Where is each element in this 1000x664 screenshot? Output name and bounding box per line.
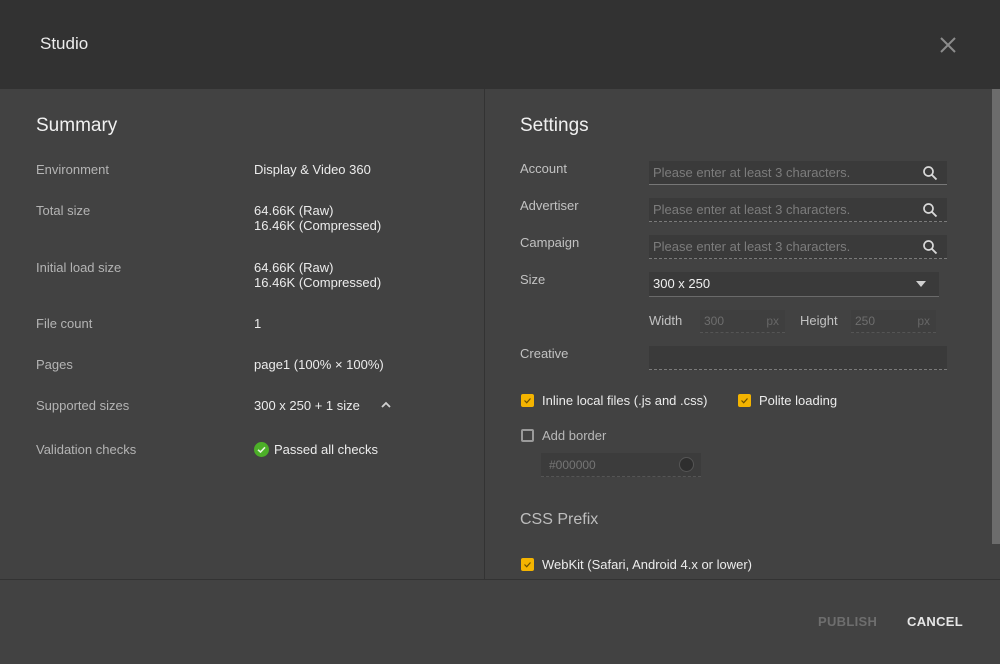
raw-size: 64.66K (Raw) — [254, 203, 334, 218]
checkbox-checked — [521, 558, 534, 571]
creative-label: Creative — [520, 346, 569, 361]
summary-label: Supported sizes — [36, 398, 130, 413]
account-input[interactable] — [653, 161, 913, 184]
width-field: px — [700, 310, 785, 333]
checkbox-unchecked — [521, 429, 534, 442]
size-select[interactable]: 300 x 250 — [649, 272, 939, 297]
creative-field — [649, 346, 947, 370]
compressed-size: 16.46K (Compressed) — [254, 275, 382, 290]
raw-size: 64.66K (Raw) — [254, 260, 334, 275]
checkbox-label: Polite loading — [759, 393, 838, 408]
advertiser-label: Advertiser — [520, 198, 579, 213]
cancel-button[interactable]: CANCEL — [907, 614, 963, 629]
color-picker-swatch[interactable] — [679, 457, 694, 472]
width-unit: px — [766, 314, 779, 328]
checkbox-label: WebKit (Safari, Android 4.x or lower) — [542, 557, 753, 572]
summary-value: 300 x 250 + 1 size — [254, 398, 360, 413]
validation-status: Passed all checks — [254, 442, 378, 457]
campaign-label: Campaign — [520, 235, 580, 250]
search-icon[interactable] — [922, 239, 938, 255]
summary-value: page1 (100% × 100%) — [254, 357, 384, 372]
dropdown-arrow-icon — [916, 281, 926, 287]
summary-value: Display & Video 360 — [254, 162, 371, 177]
width-input[interactable] — [704, 310, 759, 332]
summary-label: Total size — [36, 203, 91, 218]
advertiser-field — [649, 198, 947, 222]
summary-label: File count — [36, 316, 93, 331]
expand-sizes-toggle[interactable] — [380, 399, 392, 411]
height-label: Height — [800, 313, 838, 328]
account-field — [649, 161, 947, 185]
summary-label: Pages — [36, 357, 73, 372]
search-icon[interactable] — [922, 165, 938, 181]
campaign-field — [649, 235, 947, 259]
advertiser-input[interactable] — [653, 198, 913, 221]
checkbox-checked — [738, 394, 751, 407]
validation-status-text: Passed all checks — [274, 442, 379, 457]
settings-title: Settings — [520, 115, 589, 136]
checkmark-icon — [524, 562, 531, 568]
css-prefix-title: CSS Prefix — [520, 511, 599, 528]
checkmark-icon — [741, 398, 748, 404]
summary-label: Initial load size — [36, 260, 122, 275]
summary-value: 64.66K (Raw) 16.46K (Compressed) — [254, 203, 381, 233]
checkmark-icon — [524, 398, 531, 404]
dialog-title: Studio — [40, 34, 89, 53]
checkbox-label: Inline local files (.js and .css) — [542, 393, 708, 408]
dialog-footer: PUBLISH CANCEL — [0, 579, 1000, 664]
summary-label: Environment — [36, 162, 109, 177]
chevron-up-icon — [381, 401, 391, 408]
width-label: Width — [649, 313, 683, 328]
scrollbar-thumb[interactable] — [992, 89, 1000, 544]
height-unit: px — [917, 314, 930, 328]
summary-label: Validation checks — [36, 442, 137, 457]
close-icon — [940, 37, 956, 53]
search-icon[interactable] — [922, 202, 938, 218]
summary-value: 1 — [254, 316, 262, 331]
summary-title: Summary — [36, 115, 118, 136]
account-label: Account — [520, 161, 567, 176]
size-label: Size — [520, 272, 546, 287]
creative-input[interactable] — [653, 346, 913, 369]
checkbox-label: Add border — [542, 428, 607, 443]
column-divider — [484, 89, 485, 579]
summary-value: 64.66K (Raw) 16.46K (Compressed) — [254, 260, 381, 290]
close-button[interactable] — [937, 34, 959, 56]
publish-button[interactable]: PUBLISH — [818, 614, 877, 629]
border-color-field — [541, 453, 701, 477]
compressed-size: 16.46K (Compressed) — [254, 218, 382, 233]
check-circle-icon — [254, 442, 269, 457]
checkbox-checked — [521, 394, 534, 407]
size-selected-value: 300 x 250 — [653, 276, 711, 291]
height-field: px — [851, 310, 936, 333]
dialog-header: Studio — [0, 0, 1000, 89]
height-input[interactable] — [855, 310, 910, 332]
campaign-input[interactable] — [653, 235, 913, 258]
border-color-input[interactable] — [549, 453, 659, 476]
